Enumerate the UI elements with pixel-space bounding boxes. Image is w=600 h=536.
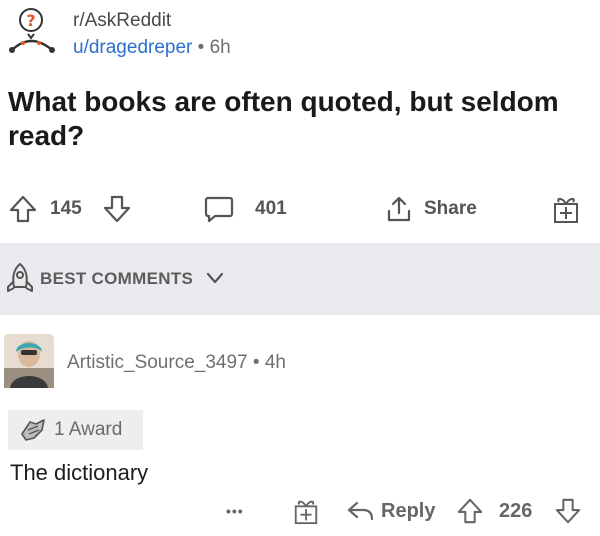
rocket-icon xyxy=(7,262,33,292)
reply-label: Reply xyxy=(381,499,436,522)
vote-count: 145 xyxy=(50,198,82,219)
downvote-arrow-icon xyxy=(555,498,581,524)
comment-action-bar: ••• Reply 226 xyxy=(0,490,600,532)
share-icon xyxy=(387,196,411,222)
upvote-arrow-icon xyxy=(457,498,483,524)
downvote-button[interactable] xyxy=(102,186,132,232)
comment-bubble-icon xyxy=(204,196,234,223)
subreddit-avatar-icon[interactable]: ? xyxy=(6,6,60,58)
gift-award-icon xyxy=(554,197,578,223)
comment: Artistic_Source_3497 • 4h 1 Award The di… xyxy=(0,330,600,536)
upvote-arrow-icon xyxy=(9,195,37,223)
award-badge[interactable]: 1 Award xyxy=(8,410,143,450)
downvote-arrow-icon xyxy=(103,195,131,223)
share-button[interactable]: Share xyxy=(384,186,477,232)
comment-upvote-button[interactable] xyxy=(456,490,484,532)
svg-text:?: ? xyxy=(26,11,35,30)
reply-button[interactable]: Reply xyxy=(345,490,435,532)
comment-age: 4h xyxy=(264,352,286,373)
award-label: 1 Award xyxy=(54,419,123,440)
share-label: Share xyxy=(424,198,477,219)
comment-score: 226 xyxy=(499,499,533,522)
more-options-button[interactable]: ••• xyxy=(226,490,244,532)
meta-separator: • xyxy=(197,37,205,58)
comment-count: 401 xyxy=(255,198,287,219)
chevron-down-icon[interactable] xyxy=(206,271,224,285)
commenter-avatar[interactable] xyxy=(4,334,54,388)
reply-arrow-icon xyxy=(347,501,374,521)
comment-give-award-button[interactable] xyxy=(292,490,320,532)
post-title[interactable]: What books are often quoted, but seldom … xyxy=(8,85,588,153)
comment-author[interactable]: Artistic_Source_3497 xyxy=(67,352,248,373)
gift-award-icon xyxy=(294,500,318,525)
post-action-bar: 145 401 Share xyxy=(0,186,600,232)
sort-label[interactable]: BEST COMMENTS xyxy=(40,269,193,289)
post-age: 6h xyxy=(209,37,231,58)
comments-button[interactable]: 401 xyxy=(203,186,287,232)
comment-sort-bar[interactable]: BEST COMMENTS xyxy=(0,243,600,315)
subreddit-name[interactable]: r/AskReddit xyxy=(73,10,171,32)
give-award-button[interactable] xyxy=(551,186,581,232)
post-header: ? r/AskReddit u/dragedreper • 6h xyxy=(6,4,596,60)
comment-meta: Artistic_Source_3497 • 4h xyxy=(67,352,286,374)
post-meta: u/dragedreper • 6h xyxy=(73,37,231,59)
comment-body: The dictionary xyxy=(10,460,149,485)
award-icon xyxy=(21,419,45,441)
upvote-button[interactable] xyxy=(8,186,38,232)
comment-meta-separator: • xyxy=(252,352,260,373)
post-author[interactable]: u/dragedreper xyxy=(73,37,192,58)
comment-downvote-button[interactable] xyxy=(554,490,582,532)
